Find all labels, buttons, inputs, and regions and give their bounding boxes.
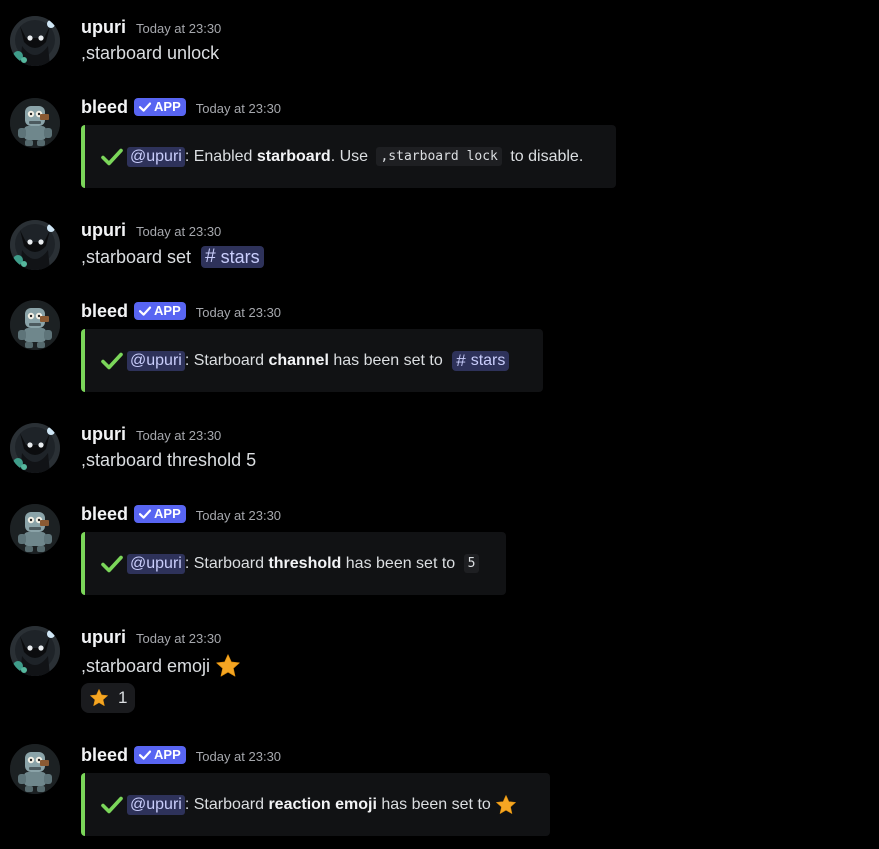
username[interactable]: bleed <box>81 301 128 322</box>
username[interactable]: upuri <box>81 424 126 445</box>
check-icon <box>101 352 123 370</box>
inline-code: ,starboard lock <box>376 147 502 166</box>
message-text: ,starboard unlock <box>81 43 220 63</box>
user-avatar[interactable] <box>10 220 60 270</box>
embed-bold-text: threshold <box>268 554 342 572</box>
embed-bold-text: channel <box>268 351 329 369</box>
timestamp[interactable]: Today at 23:30 <box>136 428 221 443</box>
embed: @upuri : Starboard reaction emoji has be… <box>81 773 550 836</box>
app-badge: APP <box>134 97 186 116</box>
channel-name: stars <box>470 351 506 369</box>
user-mention[interactable]: @upuri <box>127 350 185 371</box>
timestamp[interactable]: Today at 23:30 <box>136 631 221 646</box>
check-icon <box>101 148 123 166</box>
app-badge-label: APP <box>154 506 181 521</box>
embed: @upuri : Starboard threshold has been se… <box>81 532 506 595</box>
embed-bold-text: starboard <box>256 147 331 165</box>
dark-cat-avatar-icon <box>10 626 60 676</box>
username[interactable]: upuri <box>81 17 126 38</box>
app-badge: APP <box>134 301 186 320</box>
message-text: ,starboard emoji <box>81 655 216 676</box>
embed-text: has been set to <box>328 351 448 369</box>
embed-text: . Use <box>330 147 373 165</box>
bot-avatar[interactable] <box>10 504 60 554</box>
hash-icon: # <box>205 246 216 267</box>
embed-text: : Starboard <box>184 795 269 813</box>
message-text: ,starboard threshold 5 <box>81 450 257 470</box>
app-badge-label: APP <box>154 99 181 114</box>
embed-text: : Starboard <box>184 351 269 369</box>
embed-text: : Starboard <box>184 554 269 572</box>
dark-cat-avatar-icon <box>10 423 60 473</box>
message-text: ,starboard set <box>81 246 197 267</box>
embed: @upuri : Enabled starboard . Use ,starbo… <box>81 125 616 188</box>
timestamp[interactable]: Today at 23:30 <box>196 305 281 320</box>
hash-icon: # <box>456 350 466 370</box>
robot-avatar-icon <box>10 744 60 794</box>
reaction-button[interactable]: 1 <box>81 683 136 713</box>
embed-bold-text: reaction emoji <box>268 795 377 813</box>
channel-mention[interactable]: # stars <box>452 350 510 371</box>
embed-text: : Enabled <box>184 147 257 165</box>
username[interactable]: bleed <box>81 97 128 118</box>
embed-text: to disable. <box>505 147 584 165</box>
check-icon <box>101 555 123 573</box>
robot-avatar-icon <box>10 98 60 148</box>
robot-avatar-icon <box>10 300 60 350</box>
channel-mention[interactable]: # stars <box>201 246 264 268</box>
verified-check-icon <box>138 100 152 114</box>
bot-avatar[interactable] <box>10 744 60 794</box>
app-badge-label: APP <box>154 303 181 318</box>
robot-avatar-icon <box>10 504 60 554</box>
channel-name: stars <box>220 246 260 267</box>
username[interactable]: bleed <box>81 745 128 766</box>
star-icon <box>495 794 517 816</box>
timestamp[interactable]: Today at 23:30 <box>136 21 221 36</box>
reaction-count: 1 <box>118 688 128 707</box>
verified-check-icon <box>138 507 152 521</box>
user-mention[interactable]: @upuri <box>127 146 185 167</box>
user-avatar[interactable] <box>10 423 60 473</box>
dark-cat-avatar-icon <box>10 220 60 270</box>
user-avatar[interactable] <box>10 16 60 66</box>
username[interactable]: upuri <box>81 627 126 648</box>
star-icon <box>89 688 109 708</box>
star-icon <box>215 653 241 679</box>
timestamp[interactable]: Today at 23:30 <box>136 224 221 239</box>
app-badge: APP <box>134 504 186 523</box>
bot-avatar[interactable] <box>10 98 60 148</box>
embed-text: has been set to <box>376 795 496 813</box>
username[interactable]: bleed <box>81 504 128 525</box>
user-avatar[interactable] <box>10 626 60 676</box>
app-badge: APP <box>134 745 186 764</box>
user-mention[interactable]: @upuri <box>127 794 185 815</box>
user-mention[interactable]: @upuri <box>127 553 185 574</box>
timestamp[interactable]: Today at 23:30 <box>196 101 281 116</box>
embed: @upuri : Starboard channel has been set … <box>81 329 543 392</box>
timestamp[interactable]: Today at 23:30 <box>196 508 281 523</box>
embed-text: has been set to <box>341 554 460 572</box>
bot-avatar[interactable] <box>10 300 60 350</box>
verified-check-icon <box>138 748 152 762</box>
username[interactable]: upuri <box>81 220 126 241</box>
app-badge-label: APP <box>154 747 181 762</box>
inline-code: 5 <box>463 554 480 573</box>
timestamp[interactable]: Today at 23:30 <box>196 749 281 764</box>
verified-check-icon <box>138 304 152 318</box>
dark-cat-avatar-icon <box>10 16 60 66</box>
check-icon <box>101 796 123 814</box>
